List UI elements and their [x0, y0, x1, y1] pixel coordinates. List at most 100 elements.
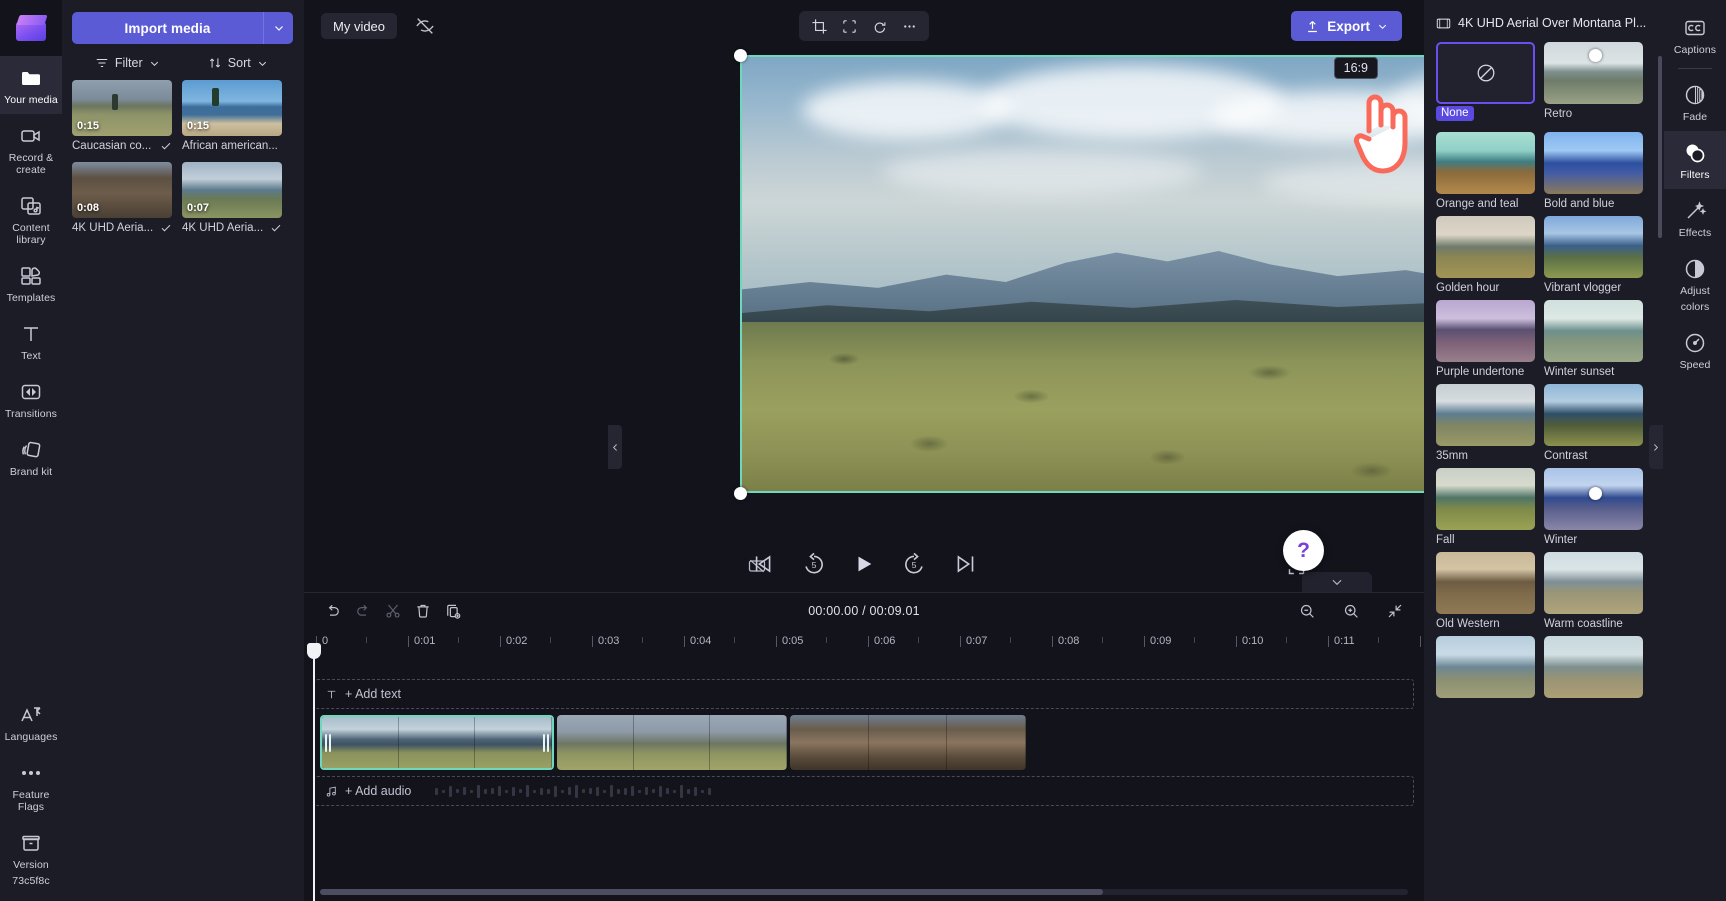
- aspect-ratio-chip[interactable]: 16:9: [1333, 57, 1378, 79]
- timeline-clip[interactable]: [790, 715, 1026, 770]
- filter-preview: [1436, 384, 1535, 446]
- sidebar-item-your-media[interactable]: Your media: [0, 56, 62, 114]
- collapse-preview-tab[interactable]: [1302, 572, 1372, 592]
- forward-5-icon[interactable]: 5: [901, 551, 927, 577]
- crop-button[interactable]: [806, 14, 832, 38]
- resize-handle-bottom-right[interactable]: [1589, 487, 1602, 500]
- project-name-field[interactable]: My video: [321, 13, 398, 39]
- media-item[interactable]: 0:15 Caucasian co...: [72, 80, 172, 152]
- media-thumbnail: 0:15: [182, 80, 282, 136]
- rotate-button[interactable]: [866, 14, 892, 38]
- filter-card-vibrant-vlogger[interactable]: Vibrant vlogger: [1544, 216, 1643, 294]
- filter-card-extra-1[interactable]: [1436, 636, 1535, 702]
- duplicate-button[interactable]: [438, 598, 468, 624]
- filter-label: Winter sunset: [1544, 366, 1615, 378]
- collapse-filters-panel-button[interactable]: [1648, 425, 1663, 469]
- sidebar-item-version[interactable]: Version 73c5f8c: [0, 821, 62, 895]
- help-button[interactable]: ?: [1283, 530, 1324, 571]
- sidebar-item-record-create[interactable]: Record & create: [0, 114, 62, 184]
- sidebar-item-fade[interactable]: Fade: [1664, 73, 1726, 131]
- filter-card-fall[interactable]: Fall: [1436, 468, 1535, 546]
- playhead[interactable]: [307, 643, 321, 901]
- clip-trim-handle-right[interactable]: [542, 732, 550, 754]
- timeline-zoom-controls: [1292, 598, 1410, 624]
- timeline-clip[interactable]: [320, 715, 554, 770]
- media-item[interactable]: 0:07 4K UHD Aeria...: [182, 162, 282, 234]
- filter-card-purple-undertone[interactable]: Purple undertone: [1436, 300, 1535, 378]
- collapse-media-panel-button[interactable]: [608, 425, 622, 469]
- skip-to-start-icon[interactable]: [749, 551, 775, 577]
- sort-button[interactable]: Sort: [183, 56, 294, 70]
- filter-card-extra-2[interactable]: [1544, 636, 1643, 702]
- sidebar-item-content-library[interactable]: Content library: [0, 184, 62, 254]
- timeline-clip[interactable]: [557, 715, 787, 770]
- sidebar-item-feature-flags[interactable]: Feature Flags: [0, 751, 62, 821]
- export-button[interactable]: Export: [1291, 11, 1402, 41]
- sidebar-item-effects[interactable]: Effects: [1664, 189, 1726, 247]
- filter-card-bold-and-blue[interactable]: Bold and blue: [1544, 132, 1643, 210]
- chevron-down-icon: [274, 26, 283, 31]
- resize-handle-bottom-left[interactable]: [734, 487, 747, 500]
- sidebar-item-captions[interactable]: Captions: [1664, 6, 1726, 64]
- filter-card-35mm[interactable]: 35mm: [1436, 384, 1535, 462]
- sidebar-item-text[interactable]: Text: [0, 312, 62, 370]
- fit-to-frame-button[interactable]: [836, 14, 862, 38]
- sidebar-item-filters[interactable]: Filters: [1664, 131, 1726, 189]
- media-item[interactable]: 0:15 African american...: [182, 80, 282, 152]
- play-icon[interactable]: [853, 552, 875, 576]
- media-duration: 0:07: [187, 202, 210, 214]
- resize-handle-top-left[interactable]: [734, 49, 747, 62]
- filter-card-old-western[interactable]: Old Western: [1436, 552, 1535, 630]
- split-button[interactable]: [378, 598, 408, 624]
- sidebar-item-speed[interactable]: Speed: [1664, 321, 1726, 379]
- filter-card-golden-hour[interactable]: Golden hour: [1436, 216, 1535, 294]
- fit-timeline-button[interactable]: [1380, 598, 1410, 624]
- resize-handle-top-right[interactable]: [1589, 49, 1602, 62]
- left-navigation-rail: Your media Record & create Content libra…: [0, 0, 62, 901]
- delete-button[interactable]: [408, 598, 438, 624]
- filters-panel-header: 4K UHD Aerial Over Montana Pl...: [1436, 0, 1656, 34]
- sidebar-item-brand-kit[interactable]: Brand kit: [0, 428, 62, 486]
- filter-label: Winter: [1544, 534, 1578, 546]
- preview-float-toolbar: [799, 11, 929, 41]
- filter-card-winter-sunset[interactable]: Winter sunset: [1544, 300, 1643, 378]
- eye-off-icon[interactable]: [414, 15, 436, 37]
- clip-trim-handle-left[interactable]: [324, 732, 332, 754]
- sidebar-item-adjust-colors[interactable]: Adjust colors: [1664, 247, 1726, 321]
- track-add-text[interactable]: + Add text: [314, 679, 1414, 709]
- zoom-out-button[interactable]: [1292, 598, 1322, 624]
- app-logo[interactable]: [0, 0, 62, 56]
- sidebar-item-transitions[interactable]: Transitions: [0, 370, 62, 428]
- more-options-button[interactable]: [896, 14, 922, 38]
- redo-button[interactable]: [348, 598, 378, 624]
- filters-panel-scrollbar[interactable]: [1658, 56, 1662, 238]
- rewind-5-icon[interactable]: 5: [801, 551, 827, 577]
- filter-card-orange-and-teal[interactable]: Orange and teal: [1436, 132, 1535, 210]
- filter-card-winter[interactable]: Winter: [1544, 468, 1643, 546]
- zoom-in-button[interactable]: [1336, 598, 1366, 624]
- filter-card-none[interactable]: None: [1436, 42, 1535, 126]
- media-item[interactable]: 0:08 4K UHD Aeria...: [72, 162, 172, 234]
- filter-preview: [1436, 552, 1535, 614]
- filter-card-contrast[interactable]: Contrast: [1544, 384, 1643, 462]
- import-media-dropdown-button[interactable]: [263, 12, 293, 44]
- rotate-icon: [874, 21, 885, 33]
- filters-panel: 4K UHD Aerial Over Montana Pl... None Re…: [1424, 0, 1664, 901]
- timeline-horizontal-scrollbar[interactable]: [320, 889, 1408, 895]
- timeline-ruler[interactable]: 0 0:01 0:02 0:03 0:04 0:05 0:06 0:07 0:0…: [314, 629, 1447, 655]
- filter-button[interactable]: Filter: [72, 56, 183, 70]
- filter-label: 35mm: [1436, 450, 1468, 462]
- chevron-down-icon: [150, 61, 158, 66]
- sidebar-item-templates[interactable]: Templates: [0, 254, 62, 312]
- undo-button[interactable]: [318, 598, 348, 624]
- filter-preview: [1436, 300, 1535, 362]
- import-media-button[interactable]: Import media: [72, 12, 263, 44]
- sidebar-item-label: Feature Flags: [12, 789, 50, 813]
- filter-card-warm-coastline[interactable]: Warm coastline: [1544, 552, 1643, 630]
- sidebar-item-label: Content library: [12, 222, 50, 246]
- sidebar-item-languages[interactable]: Languages: [0, 693, 62, 751]
- ruler-tick: 0:10: [1235, 635, 1264, 647]
- clip-filmstrip: [557, 715, 787, 770]
- skip-to-end-icon[interactable]: [953, 551, 979, 577]
- track-add-audio[interactable]: + Add audio: [314, 776, 1414, 806]
